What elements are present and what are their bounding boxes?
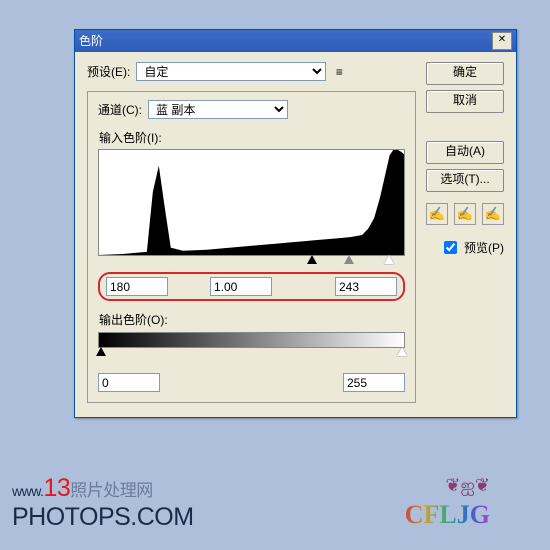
output-levels-label: 输出色阶(O): (99, 311, 405, 328)
eyedropper-black-icon[interactable]: ✍ (426, 203, 448, 225)
midtone-slider-icon[interactable] (344, 255, 354, 264)
preset-select[interactable]: 自定 (136, 62, 326, 81)
close-button[interactable]: ✕ (492, 32, 512, 50)
ok-button[interactable]: 确定 (426, 62, 504, 85)
levels-fieldset: 通道(C): 蓝 副本 输入色阶(I): (87, 91, 416, 403)
watermark-brand: CFLJG (405, 500, 490, 530)
output-slider[interactable] (98, 347, 405, 361)
eyedropper-gray-icon[interactable]: ✍ (454, 203, 476, 225)
histogram (98, 149, 405, 256)
input-highlight-field[interactable] (335, 277, 397, 296)
preset-menu-icon[interactable]: ≡ (332, 65, 346, 79)
input-slider[interactable] (98, 255, 405, 269)
input-shadow-field[interactable] (106, 277, 168, 296)
preview-label: 预览(P) (464, 239, 504, 256)
auto-button[interactable]: 自动(A) (426, 141, 504, 164)
out-highlight-slider-icon[interactable] (397, 347, 407, 356)
dialog-titlebar[interactable]: 色阶 ✕ (75, 30, 516, 52)
cancel-button[interactable]: 取消 (426, 90, 504, 113)
output-shadow-field[interactable] (98, 373, 160, 392)
channel-select[interactable]: 蓝 副本 (148, 100, 288, 119)
output-highlight-field[interactable] (343, 373, 405, 392)
highlight-slider-icon[interactable] (384, 255, 394, 264)
out-shadow-slider-icon[interactable] (96, 347, 106, 356)
watermark-photops: www.13照片处理网 PHOTOPS.COM (12, 474, 194, 532)
channel-label: 通道(C): (98, 101, 142, 118)
shadow-slider-icon[interactable] (307, 255, 317, 264)
preset-label: 预设(E): (87, 63, 130, 80)
output-gradient (98, 332, 405, 348)
options-button[interactable]: 选项(T)... (426, 169, 504, 192)
preview-checkbox[interactable] (444, 241, 457, 254)
input-levels-label: 输入色阶(I): (99, 129, 405, 146)
input-values-highlight (98, 272, 405, 301)
levels-dialog: 色阶 ✕ 预设(E): 自定 ≡ 通道(C): 蓝 副本 输入色阶(I): (74, 29, 517, 418)
eyedropper-white-icon[interactable]: ✍ (482, 203, 504, 225)
dialog-title: 色阶 (79, 30, 103, 52)
decoration-icon: ❦ஐ❦ (445, 475, 490, 498)
input-mid-field[interactable] (210, 277, 272, 296)
